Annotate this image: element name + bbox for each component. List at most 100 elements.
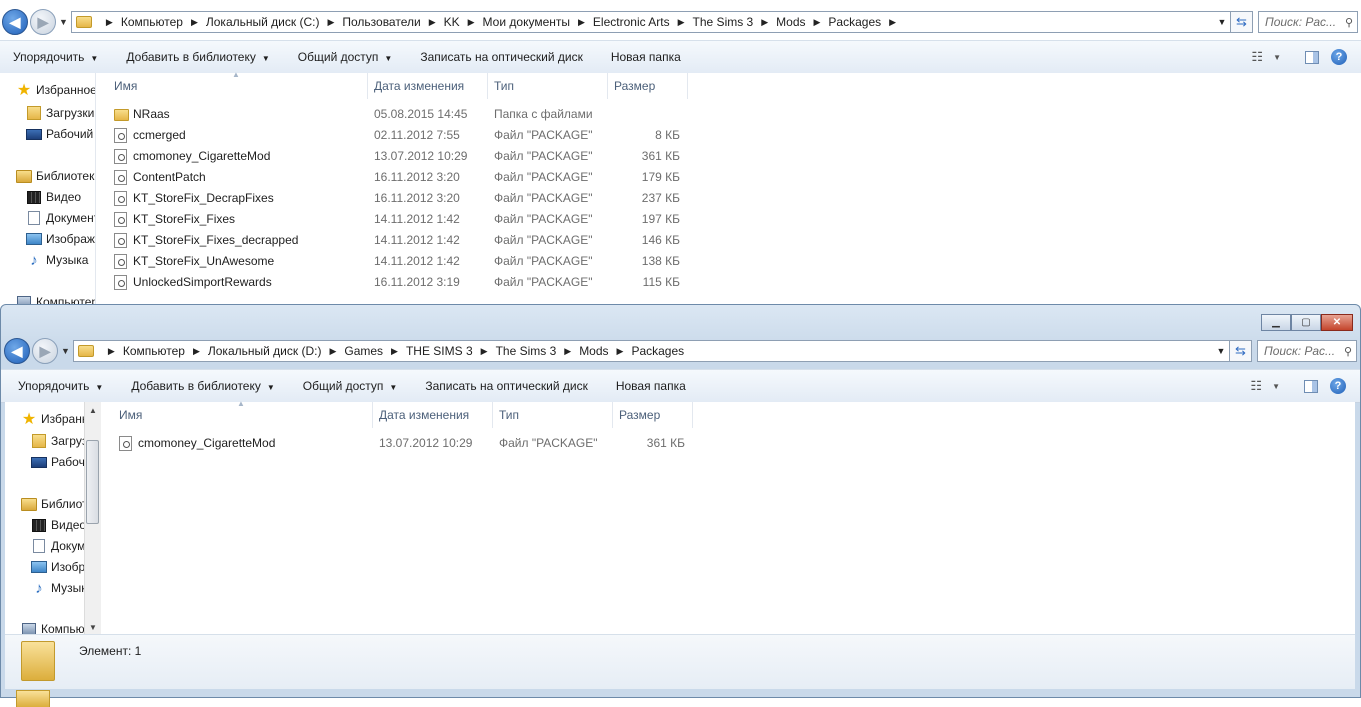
scroll-down-icon[interactable]: ▼ bbox=[85, 623, 101, 632]
nav-music[interactable]: ♪ Музыка bbox=[26, 252, 88, 269]
organize-button[interactable]: Упорядочить ▼ bbox=[1, 379, 118, 393]
chevron-right-icon[interactable]: ▶ bbox=[814, 17, 821, 28]
file-row[interactable]: KT_StoreFix_DecrapFixes 16.11.2012 3:20 Фа… bbox=[108, 188, 708, 209]
help-icon[interactable]: ? bbox=[1330, 378, 1346, 394]
share-button[interactable]: Общий доступ ▼ bbox=[285, 50, 408, 64]
breadcrumb-item[interactable]: KK bbox=[444, 15, 460, 29]
column-name[interactable]: Имя bbox=[108, 73, 368, 99]
close-button[interactable]: ✕ bbox=[1321, 314, 1353, 331]
burn-button[interactable]: Записать на оптический диск bbox=[412, 379, 603, 393]
minimize-button[interactable]: ▁ bbox=[1261, 314, 1291, 331]
file-name[interactable]: NRaas bbox=[114, 104, 170, 125]
breadcrumb-item[interactable]: Mods bbox=[579, 344, 608, 358]
nav-downloads[interactable]: Загрузки bbox=[31, 434, 85, 448]
nav-documents[interactable]: Документы bbox=[31, 539, 85, 553]
nav-images[interactable]: Изображения bbox=[26, 232, 95, 246]
preview-pane-icon[interactable] bbox=[1304, 379, 1318, 393]
nav-video[interactable]: Видео bbox=[31, 518, 85, 532]
column-size[interactable]: Размер bbox=[613, 402, 693, 428]
file-name[interactable]: KT_StoreFix_DecrapFixes bbox=[114, 188, 274, 209]
address-dropdown-icon[interactable]: ▼ bbox=[1213, 346, 1229, 356]
file-row[interactable]: cmomoney_CigaretteMod 13.07.2012 10:29 Фай… bbox=[108, 146, 708, 167]
file-name[interactable]: cmomoney_CigaretteMod bbox=[119, 433, 275, 454]
breadcrumb-item[interactable]: The Sims 3 bbox=[693, 15, 754, 29]
file-name[interactable]: UnlockedSimportRewards bbox=[114, 272, 272, 293]
help-icon[interactable]: ? bbox=[1331, 49, 1347, 65]
refresh-icon[interactable]: ⇆ bbox=[1230, 340, 1252, 362]
history-dropdown-icon[interactable]: ▼ bbox=[59, 17, 68, 27]
breadcrumb-item[interactable]: Локальный диск (C:) bbox=[206, 15, 320, 29]
search-input[interactable]: Поиск: Рас... ⚲ bbox=[1258, 11, 1358, 33]
file-row[interactable]: cmomoney_CigaretteMod 13.07.2012 10:29 Фай… bbox=[113, 433, 713, 454]
chevron-right-icon[interactable]: ▶ bbox=[193, 346, 200, 357]
file-name[interactable]: ccmerged bbox=[114, 125, 186, 146]
chevron-right-icon[interactable]: ▶ bbox=[327, 17, 334, 28]
file-row[interactable]: NRaas 05.08.2015 14:45 Папка с файлами bbox=[108, 104, 708, 125]
chevron-right-icon[interactable]: ▶ bbox=[481, 346, 488, 357]
address-dropdown-icon[interactable]: ▼ bbox=[1214, 17, 1230, 27]
column-name[interactable]: Имя bbox=[113, 402, 373, 428]
scrollbar-thumb[interactable] bbox=[86, 440, 99, 524]
column-type[interactable]: Тип bbox=[493, 402, 613, 428]
file-row[interactable]: UnlockedSimportRewards 16.11.2012 3:19 Фай… bbox=[108, 272, 708, 293]
back-button[interactable]: ◀ bbox=[4, 338, 30, 364]
breadcrumb-item[interactable]: Мои документы bbox=[483, 15, 570, 29]
address-bar[interactable]: ▶ Компьютер ▶ Локальный диск (C:) ▶ Пользо… bbox=[70, 11, 1231, 33]
forward-button[interactable]: ▶ bbox=[30, 9, 56, 35]
chevron-right-icon[interactable]: ▶ bbox=[678, 17, 685, 28]
breadcrumb-item[interactable]: Packages bbox=[828, 15, 881, 29]
preview-pane-icon[interactable] bbox=[1305, 50, 1319, 64]
nav-desktop[interactable]: Рабочий bbox=[26, 127, 93, 141]
chevron-right-icon[interactable]: ▶ bbox=[391, 346, 398, 357]
chevron-right-icon[interactable]: ▶ bbox=[108, 346, 115, 357]
file-name[interactable]: cmomoney_CigaretteMod bbox=[114, 146, 270, 167]
nav-video[interactable]: Видео bbox=[26, 190, 81, 204]
address-bar[interactable]: ▶ Компьютер ▶ Локальный диск (D:) ▶ Games ▶… bbox=[72, 340, 1230, 362]
new-folder-button[interactable]: Новая папка bbox=[603, 379, 701, 393]
nav-libraries[interactable]: Библиотеки bbox=[21, 497, 85, 511]
add-to-library-button[interactable]: Добавить в библиотеку ▼ bbox=[113, 50, 284, 64]
organize-button[interactable]: Упорядочить ▼ bbox=[0, 50, 113, 64]
breadcrumb-item[interactable]: Локальный диск (D:) bbox=[208, 344, 322, 358]
chevron-right-icon[interactable]: ▶ bbox=[329, 346, 336, 357]
nav-desktop[interactable]: Рабочий bbox=[31, 455, 85, 469]
chevron-right-icon[interactable]: ▶ bbox=[106, 17, 113, 28]
scroll-up-icon[interactable]: ▲ bbox=[85, 406, 101, 415]
chevron-right-icon[interactable]: ▶ bbox=[578, 17, 585, 28]
back-button[interactable]: ◀ bbox=[2, 9, 28, 35]
breadcrumb-item[interactable]: Пользователи bbox=[342, 15, 420, 29]
nav-music[interactable]: ♪ Музыка bbox=[31, 580, 85, 597]
history-dropdown-icon[interactable]: ▼ bbox=[61, 346, 70, 356]
file-row[interactable]: ContentPatch 16.11.2012 3:20 Файл "PACKAGE… bbox=[108, 167, 708, 188]
file-row[interactable]: ccmerged 02.11.2012 7:55 Файл "PACKAGE" 8 К… bbox=[108, 125, 708, 146]
breadcrumb-item[interactable]: Games bbox=[344, 344, 383, 358]
add-to-library-button[interactable]: Добавить в библиотеку ▼ bbox=[118, 379, 289, 393]
chevron-right-icon[interactable]: ▶ bbox=[468, 17, 475, 28]
search-input[interactable]: Поиск: Рас... ⚲ bbox=[1257, 340, 1357, 362]
chevron-right-icon[interactable]: ▶ bbox=[761, 17, 768, 28]
file-row[interactable]: KT_StoreFix_UnAwesome 14.11.2012 1:42 Файл… bbox=[108, 251, 708, 272]
file-row[interactable]: KT_StoreFix_Fixes 14.11.2012 1:42 Файл "PA… bbox=[108, 209, 708, 230]
file-name[interactable]: ContentPatch bbox=[114, 167, 206, 188]
file-name[interactable]: KT_StoreFix_Fixes_decrapped bbox=[114, 230, 298, 251]
nav-scrollbar[interactable]: ▲ ▼ bbox=[84, 402, 101, 634]
share-button[interactable]: Общий доступ ▼ bbox=[290, 379, 413, 393]
breadcrumb-item[interactable]: Electronic Arts bbox=[593, 15, 670, 29]
column-type[interactable]: Тип bbox=[488, 73, 608, 99]
nav-documents[interactable]: Документы bbox=[26, 211, 95, 225]
breadcrumb-item[interactable]: Packages bbox=[631, 344, 684, 358]
breadcrumb-item[interactable]: The Sims 3 bbox=[496, 344, 557, 358]
breadcrumb-item[interactable]: Компьютер bbox=[121, 15, 183, 29]
file-name[interactable]: KT_StoreFix_Fixes bbox=[114, 209, 235, 230]
chevron-right-icon[interactable]: ▶ bbox=[617, 346, 624, 357]
view-options-icon[interactable]: ☷ ▼ bbox=[1250, 378, 1280, 394]
nav-images[interactable]: Изображения bbox=[31, 560, 85, 574]
chevron-right-icon[interactable]: ▶ bbox=[889, 17, 896, 28]
column-size[interactable]: Размер bbox=[608, 73, 688, 99]
new-folder-button[interactable]: Новая папка bbox=[598, 50, 696, 64]
nav-computer[interactable]: Компьютер bbox=[21, 622, 85, 634]
column-date[interactable]: Дата изменения bbox=[373, 402, 493, 428]
nav-libraries[interactable]: Библиотеки bbox=[16, 169, 95, 183]
chevron-right-icon[interactable]: ▶ bbox=[191, 17, 198, 28]
nav-favorites[interactable]: ★ Избранное bbox=[21, 411, 85, 428]
